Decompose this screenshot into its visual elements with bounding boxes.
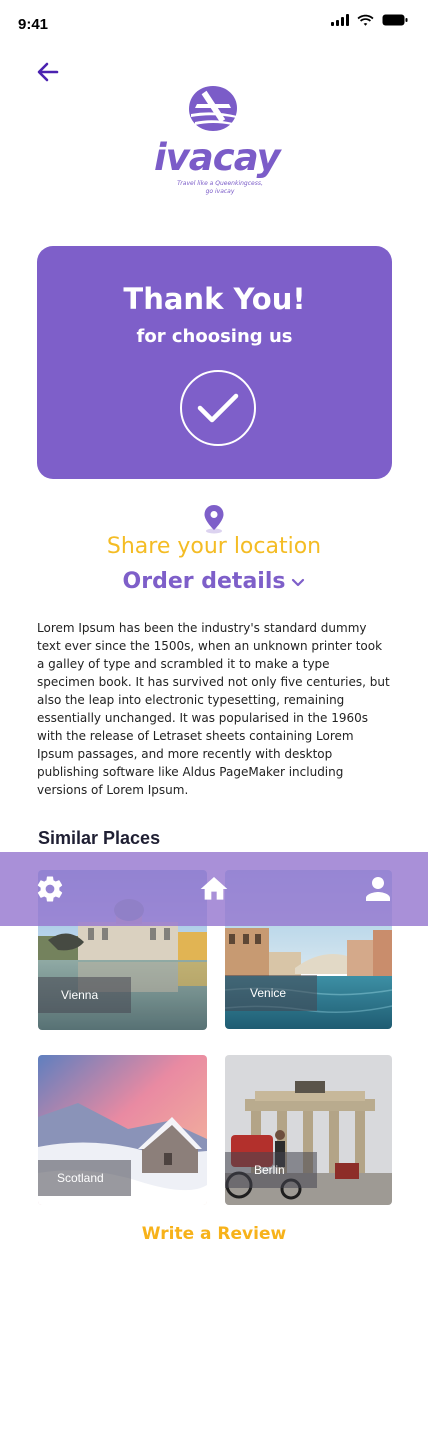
checkmark-icon [197,393,239,423]
thank-you-title: Thank You! [123,282,306,316]
brand-logo: ivacay Travel like a Queenkingcess, go i… [150,84,281,200]
location-pin-icon [204,505,224,534]
home-icon [200,877,228,900]
order-description: Lorem Ipsum has been the industry's stan… [37,621,390,797]
settings-nav-button[interactable] [33,872,67,906]
battery-icon [382,14,408,26]
success-check-circle [180,370,256,446]
chevron-down-icon [292,578,305,586]
thank-you-card: Thank You! for choosing us [37,246,392,479]
back-button[interactable] [34,58,62,86]
home-nav-button[interactable] [197,872,231,906]
place-label: Vienna [38,977,131,1013]
user-icon [366,877,390,901]
place-label: Venice [225,975,317,1011]
logo-tagline: Travel like a Queenkingcess, go ivacay [177,180,263,195]
status-bar: 9:41 [0,0,428,44]
cellular-signal-icon [331,14,349,26]
share-location-link[interactable]: Share your location [0,534,428,559]
place-label: Berlin [225,1152,317,1188]
logo-wordmark: ivacay [154,136,281,179]
arrow-left-icon [37,62,59,82]
place-card-berlin[interactable]: Berlin [225,1055,392,1205]
logo-emblem-icon [189,86,237,131]
similar-places-title: Similar Places [38,828,161,848]
status-time: 9:41 [18,16,49,33]
gear-icon [37,876,63,902]
place-label: Scotland [38,1160,131,1196]
bottom-navigation [0,852,428,926]
profile-nav-button[interactable] [361,872,395,906]
order-details-toggle[interactable]: Order details [0,569,428,594]
write-review-link[interactable]: Write a Review [0,1224,428,1244]
wifi-icon [357,14,374,26]
order-details-label: Order details [122,569,286,594]
status-icons [331,14,408,26]
place-card-scotland[interactable]: Scotland [38,1055,207,1205]
thank-you-subtitle: for choosing us [136,326,293,347]
